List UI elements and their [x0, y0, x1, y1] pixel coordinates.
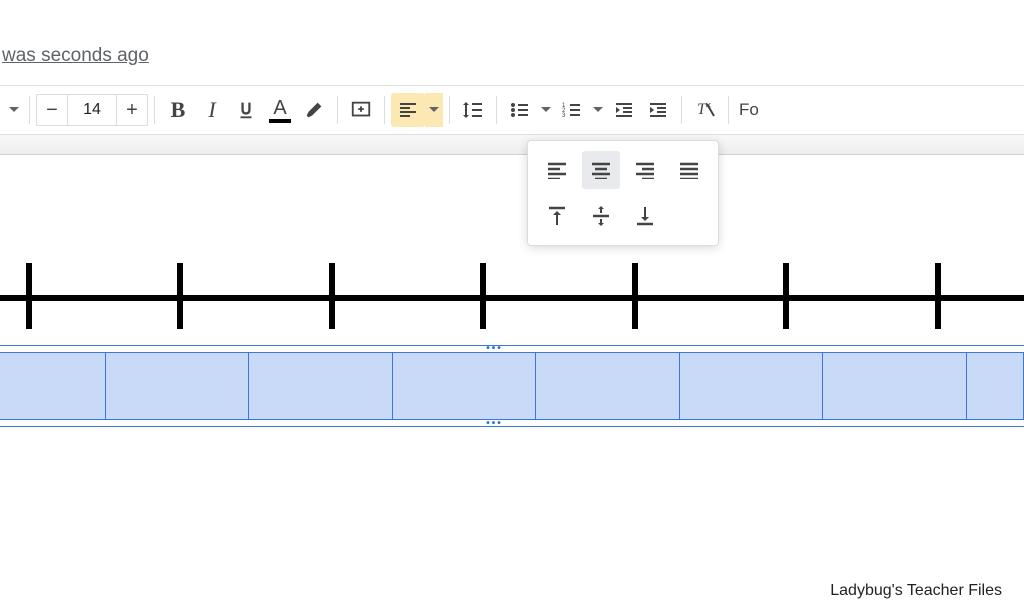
table-cell[interactable]	[106, 352, 249, 420]
insert-comment-button[interactable]	[344, 93, 378, 127]
toolbar: − + B I A	[0, 85, 1024, 135]
align-bottom-button[interactable]	[626, 197, 664, 235]
bulleted-list-button[interactable]	[503, 93, 537, 127]
italic-button[interactable]: I	[195, 93, 229, 127]
align-center-button[interactable]	[582, 151, 620, 189]
number-line-tick	[783, 263, 789, 329]
separator	[681, 96, 682, 124]
numbered-list-dropdown-arrow[interactable]	[589, 93, 607, 127]
drag-handle-top[interactable]: •••	[486, 343, 503, 354]
font-family-dropdown-arrow[interactable]	[5, 93, 23, 127]
align-left-button[interactable]	[538, 151, 576, 189]
horizontal-align-button[interactable]	[391, 93, 425, 127]
table-cell[interactable]	[967, 352, 1024, 420]
number-line-tick	[26, 263, 32, 329]
table-cell[interactable]	[680, 352, 823, 420]
separator	[496, 96, 497, 124]
svg-text:3: 3	[562, 113, 566, 119]
separator	[337, 96, 338, 124]
table-cell[interactable]	[0, 352, 106, 420]
number-line	[0, 263, 1024, 333]
table-cell[interactable]	[823, 352, 966, 420]
save-status[interactable]: was seconds ago	[0, 45, 149, 67]
text-color-bar	[269, 119, 291, 123]
decrease-font-button[interactable]: −	[36, 94, 68, 126]
separator	[449, 96, 450, 124]
decrease-indent-button[interactable]	[607, 93, 641, 127]
align-top-button[interactable]	[538, 197, 576, 235]
ruler	[0, 135, 1024, 155]
text-color-a-icon: A	[273, 98, 286, 118]
align-dropdown-arrow[interactable]	[425, 93, 443, 127]
separator	[154, 96, 155, 124]
text-color-button[interactable]: A	[263, 93, 297, 127]
increase-font-button[interactable]: +	[116, 94, 148, 126]
number-line-axis	[0, 295, 1024, 301]
line-spacing-button[interactable]	[456, 93, 490, 127]
watermark: Ladybug's Teacher Files	[830, 582, 1002, 600]
separator	[29, 96, 30, 124]
align-right-button[interactable]	[626, 151, 664, 189]
number-line-tick	[632, 263, 638, 329]
number-line-tick	[480, 263, 486, 329]
clear-formatting-button[interactable]: T✕	[688, 93, 722, 127]
drag-handle-bottom[interactable]: •••	[486, 418, 503, 429]
number-line-tick	[935, 263, 941, 329]
table-cell[interactable]	[249, 352, 392, 420]
separator	[384, 96, 385, 124]
table-row	[0, 352, 1024, 420]
separator	[728, 96, 729, 124]
numbered-list-button[interactable]: 123	[555, 93, 589, 127]
align-justify-button[interactable]	[670, 151, 708, 189]
alignment-popup	[527, 140, 719, 246]
number-line-tick	[329, 263, 335, 329]
svg-text:✕: ✕	[705, 101, 712, 110]
number-line-tick	[177, 263, 183, 329]
table[interactable]: ••• •••	[0, 345, 1024, 427]
bulleted-list-dropdown-arrow[interactable]	[537, 93, 555, 127]
bold-button[interactable]: B	[161, 93, 195, 127]
align-middle-button[interactable]	[582, 197, 620, 235]
font-picker-partial[interactable]: Fo	[735, 100, 759, 120]
font-size-controls: − +	[36, 86, 148, 134]
table-cell[interactable]	[536, 352, 679, 420]
table-cell[interactable]	[393, 352, 536, 420]
increase-indent-button[interactable]	[641, 93, 675, 127]
font-size-input[interactable]	[68, 94, 116, 126]
underline-button[interactable]	[229, 93, 263, 127]
highlight-button[interactable]	[297, 93, 331, 127]
